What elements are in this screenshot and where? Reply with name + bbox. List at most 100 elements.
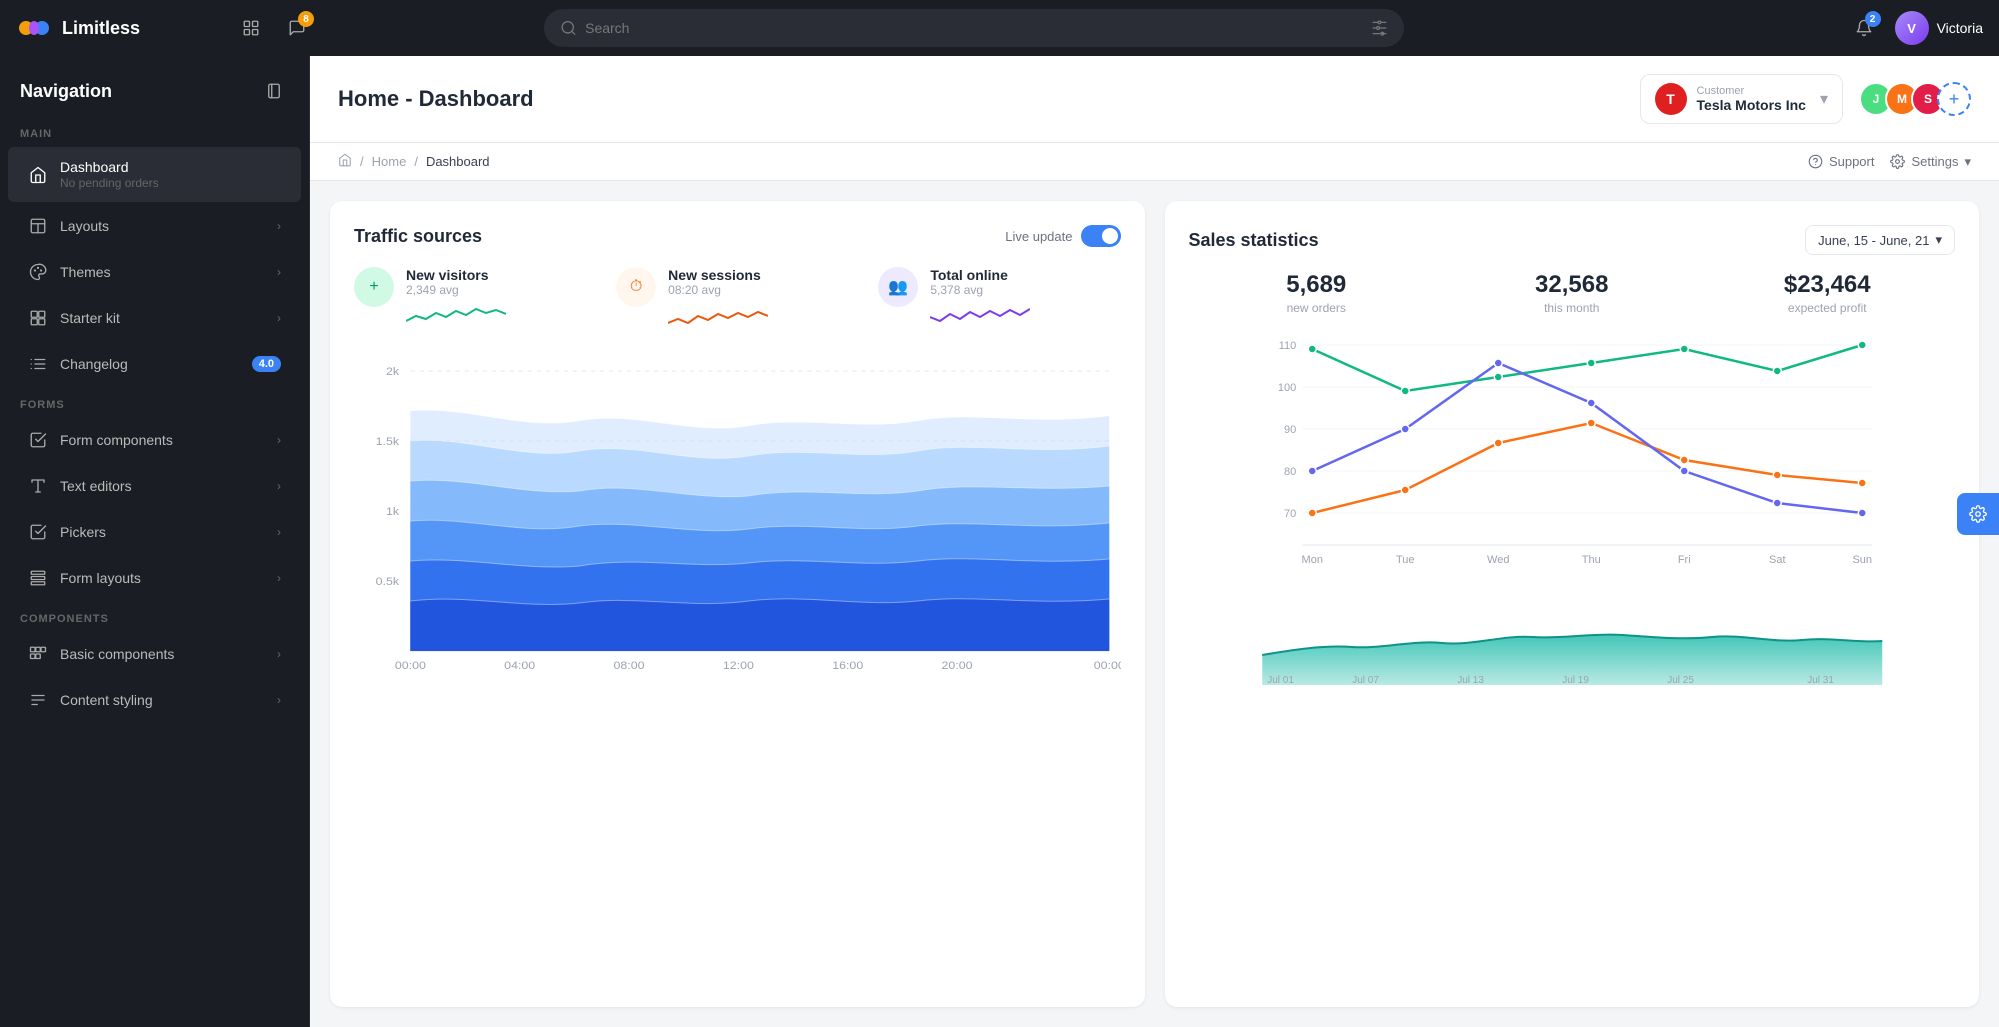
date-picker-chevron: ▾ [1935,232,1942,248]
sidebar-title: Navigation [20,81,112,102]
svg-text:Tue: Tue [1395,554,1414,566]
text-editors-icon [28,476,48,496]
sidebar-item-basic-components[interactable]: Basic components › [8,632,301,676]
main-wrap: Navigation MAIN Dashboard No pending ord… [0,56,1999,1027]
sidebar-item-content-styling[interactable]: Content styling › [8,678,301,722]
online-icon: 👥 [878,267,918,307]
visitors-sub: 2,349 avg [406,283,506,297]
stat-label-profit: expected profit [1700,301,1956,315]
add-team-member-btn[interactable]: + [1937,82,1971,116]
stat-value-orders: 5,689 [1189,271,1445,299]
sidebar-item-form-layouts[interactable]: Form layouts › [8,556,301,600]
home-icon [28,165,48,185]
search-input[interactable] [585,20,1363,36]
page-title: Home - Dashboard [338,86,534,112]
topnav-left-icons: 8 [232,9,316,47]
pickers-chevron: › [277,525,281,539]
live-label: Live update [1005,229,1072,244]
logo-icon [16,10,52,46]
toggle-switch[interactable] [1081,225,1121,247]
sidebar-item-starter[interactable]: Starter kit › [8,296,301,340]
sidebar-toggle[interactable] [259,76,289,106]
svg-text:Wed: Wed [1487,554,1509,566]
sidebar-item-dashboard[interactable]: Dashboard No pending orders [8,147,301,202]
metric-online: 👥 Total online 5,378 avg [878,267,1120,331]
breadcrumb-actions: Support Settings ▾ [1808,154,1971,170]
sidebar-item-changelog[interactable]: Changelog 4.0 [8,342,301,386]
dashboard-label: Dashboard [60,159,281,175]
svg-text:Jul 19: Jul 19 [1562,675,1589,685]
svg-text:70: 70 [1284,508,1296,520]
svg-text:00:00: 00:00 [395,660,427,672]
topnav-right: 2 V Victoria [1845,9,1983,47]
grid-icon-btn[interactable] [232,9,270,47]
visitors-icon: + [354,267,394,307]
stat-label-month: this month [1444,301,1700,315]
visitors-info: New visitors 2,349 avg [406,267,506,331]
message-icon-btn[interactable]: 8 [278,9,316,47]
mini-chart-svg: Jul 01 Jul 07 Jul 13 Jul 19 Jul 25 Jul 3… [1189,605,1956,685]
breadcrumb-home-icon [338,153,352,170]
breadcrumb-separator-2: / [414,154,418,169]
traffic-chart-svg: 2k 1.5k 1k 0.5k 00:00 04:00 08:00 12:00 … [354,351,1121,691]
dashboard-label-group: Dashboard No pending orders [60,159,281,190]
changelog-label: Changelog [60,356,240,372]
text-editors-icon-svg [29,477,47,495]
basic-components-chevron: › [277,647,281,661]
breadcrumb-current: Dashboard [426,154,490,169]
online-sparkline [930,301,1030,331]
content-styling-chevron: › [277,693,281,707]
settings-fab-icon [1969,505,1987,523]
sessions-icon: ⏱ [616,267,656,307]
sidebar-item-pickers[interactable]: Pickers › [8,510,301,554]
starter-icon [28,308,48,328]
settings-label: Settings [1911,154,1958,169]
svg-text:100: 100 [1277,382,1295,394]
pickers-label: Pickers [60,524,265,540]
svg-text:Sun: Sun [1852,554,1872,566]
sidebar-item-form-components[interactable]: Form components › [8,418,301,462]
basic-components-label: Basic components [60,646,265,662]
sidebar-item-themes[interactable]: Themes › [8,250,301,294]
breadcrumb-home[interactable]: Home [372,154,407,169]
content-styling-icon-svg [29,691,47,709]
visitors-sparkline [406,301,506,331]
sidebar-item-text-editors[interactable]: Text editors › [8,464,301,508]
customer-label: Customer [1697,85,1806,97]
sidebar-section-components: COMPONENTS [0,601,309,631]
sessions-info: New sessions 08:20 avg [668,267,768,331]
stat-value-profit: $23,464 [1700,271,1956,299]
team-avatars: J M S + [1859,82,1971,116]
user-menu[interactable]: V Victoria [1895,11,1983,45]
sales-line-chart: 110 100 90 80 70 Mon Tue Wed Thu Fri Sat… [1189,335,1956,595]
content-header: Home - Dashboard T Customer Tesla Motors… [310,56,1999,143]
filter-icon[interactable] [1371,19,1388,37]
toggle-icon [265,82,283,100]
svg-text:2k: 2k [386,366,399,378]
svg-text:04:00: 04:00 [504,660,536,672]
online-info: Total online 5,378 avg [930,267,1030,331]
settings-chevron: ▾ [1964,154,1971,170]
sidebar-item-layouts[interactable]: Layouts › [8,204,301,248]
form-components-icon-svg [29,431,47,449]
live-update-toggle[interactable]: Live update [1005,225,1120,247]
form-layouts-label: Form layouts [60,570,265,586]
svg-text:00:00: 00:00 [1094,660,1121,672]
date-picker[interactable]: June, 15 - June, 21 ▾ [1805,225,1955,255]
message-badge: 8 [298,11,314,27]
stat-value-month: 32,568 [1444,271,1700,299]
support-btn[interactable]: Support [1808,154,1875,169]
sidebar-header: Navigation [0,56,309,116]
customer-selector[interactable]: T Customer Tesla Motors Inc ▾ [1640,74,1843,124]
sales-title: Sales statistics [1189,230,1319,251]
svg-text:20:00: 20:00 [942,660,974,672]
notification-btn[interactable]: 2 [1845,9,1883,47]
svg-text:80: 80 [1284,466,1296,478]
support-icon [1808,154,1823,169]
svg-text:Jul 25: Jul 25 [1667,675,1694,685]
logo[interactable]: Limitless [16,10,216,46]
pickers-icon-svg [29,523,47,541]
settings-fab[interactable] [1957,493,1999,535]
settings-btn[interactable]: Settings ▾ [1890,154,1971,170]
themes-chevron: › [277,265,281,279]
